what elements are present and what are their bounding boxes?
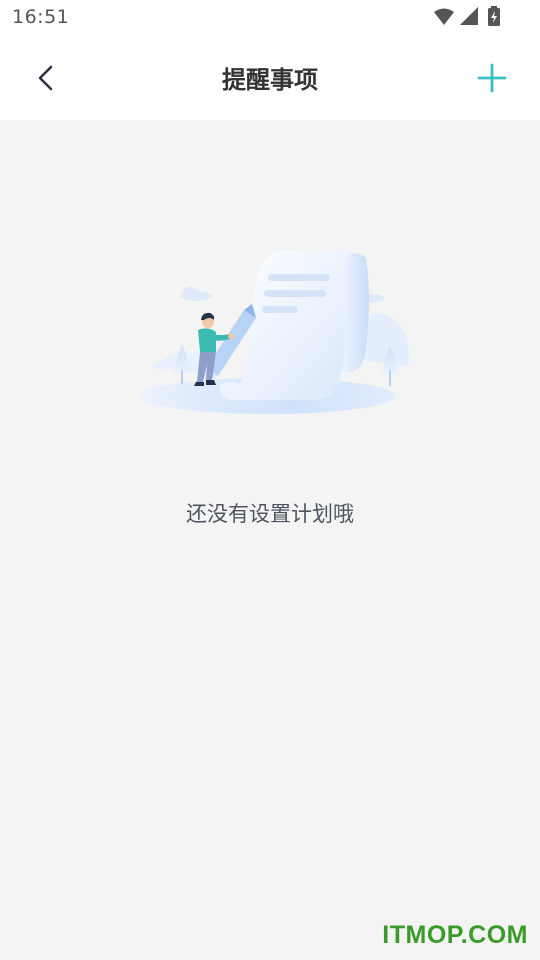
add-reminder-button[interactable] bbox=[472, 58, 512, 98]
watermark: ITMOP.COM bbox=[382, 921, 528, 949]
status-icons bbox=[434, 6, 500, 26]
plus-icon bbox=[477, 63, 507, 93]
empty-state: 还没有设置计划哦 bbox=[0, 120, 540, 960]
status-time: 16:51 bbox=[12, 6, 70, 28]
signal-icon bbox=[460, 7, 478, 25]
battery-charging-icon bbox=[488, 6, 500, 26]
status-bar: 16:51 bbox=[0, 0, 540, 36]
nav-bar: 提醒事项 bbox=[0, 36, 540, 120]
wifi-icon bbox=[434, 8, 454, 25]
empty-state-message: 还没有设置计划哦 bbox=[186, 502, 354, 526]
person-with-pencil-and-scroll-illustration bbox=[140, 250, 410, 414]
page-title: 提醒事项 bbox=[222, 66, 318, 94]
